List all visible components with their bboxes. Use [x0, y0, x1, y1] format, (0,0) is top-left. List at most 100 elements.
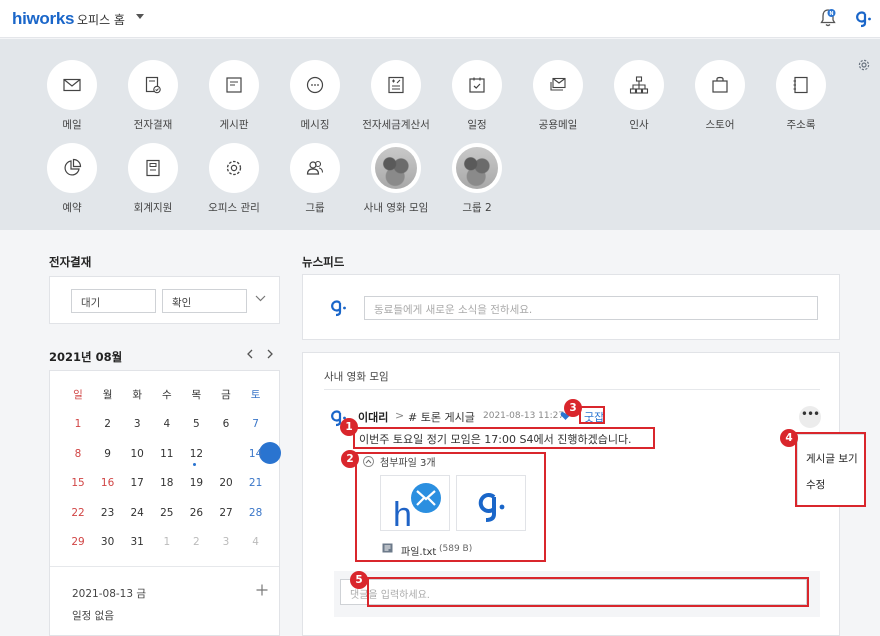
calendar-day[interactable]: 15: [64, 473, 92, 493]
app-tax-invoice[interactable]: 전자세금계산서: [356, 60, 436, 132]
mini-calendar: 2021-08-13 금 일정 없음 일 월 화 수 목 금 토 1 2 3 4 5 6 7 8 9 10 11 1…: [49, 370, 281, 636]
selected-date: 2021-08-13 금: [72, 588, 147, 600]
app-shared-mail[interactable]: 공용메일: [518, 60, 598, 132]
calendar-day[interactable]: 28: [242, 503, 270, 523]
weekday-header: 화: [132, 389, 143, 401]
approval-status-select[interactable]: 대기: [71, 289, 156, 313]
store-icon: [712, 76, 728, 93]
weekday-header: 목: [191, 389, 202, 401]
callout-badge-3: 3: [564, 399, 582, 417]
board-icon: [226, 77, 242, 93]
calendar-day[interactable]: 3: [123, 414, 151, 434]
app-label: 사내 영화 모임: [363, 202, 429, 214]
newsfeed-title: 뉴스피드: [302, 255, 345, 269]
hiworks-logo[interactable]: hiworks: [12, 9, 74, 29]
calendar-day[interactable]: 25: [153, 503, 181, 523]
approval-title: 전자결재: [49, 255, 92, 269]
chevron-right-icon[interactable]: [266, 349, 274, 359]
calendar-day[interactable]: 11: [153, 444, 181, 464]
app-label: 그룹: [305, 202, 325, 214]
calendar-day[interactable]: 12: [182, 444, 210, 464]
app-accounting[interactable]: 회계지원: [113, 143, 193, 215]
approval-action-select[interactable]: 확인: [162, 289, 247, 313]
calendar-day[interactable]: 20: [212, 473, 240, 493]
calendar-day[interactable]: 4: [153, 414, 181, 434]
calendar-day[interactable]: 4: [242, 532, 270, 552]
calendar-day[interactable]: 31: [123, 532, 151, 552]
calendar-divider: [50, 566, 279, 567]
app-label: 메일: [62, 119, 82, 131]
address-book-icon: [793, 76, 808, 94]
calendar-day[interactable]: 23: [94, 503, 122, 523]
more-options-button[interactable]: •••: [799, 406, 821, 428]
calendar-day[interactable]: 14: [242, 444, 270, 464]
calendar-day[interactable]: 18: [153, 473, 181, 493]
calendar-day[interactable]: 9: [94, 444, 122, 464]
group-icon: [306, 160, 324, 175]
app-mail[interactable]: 메일: [32, 60, 112, 132]
compose-input[interactable]: 동료들에게 새로운 소식을 전하세요.: [364, 296, 818, 320]
app-board[interactable]: 게시판: [194, 60, 274, 132]
app-address-book[interactable]: 주소록: [761, 60, 841, 132]
svg-text:N: N: [829, 11, 833, 17]
calendar-day[interactable]: 8: [64, 444, 92, 464]
calendar-day[interactable]: 26: [182, 503, 210, 523]
calendar-icon: [469, 77, 485, 93]
add-schedule-icon[interactable]: [256, 584, 268, 596]
calendar-day[interactable]: 19: [182, 473, 210, 493]
app-group-movie-club[interactable]: 사내 영화 모임: [356, 143, 436, 215]
calendar-day[interactable]: 29: [64, 532, 92, 552]
app-approval[interactable]: 전자결재: [113, 60, 193, 132]
calendar-day[interactable]: 6: [212, 414, 240, 434]
app-label: 스토어: [705, 119, 735, 131]
app-messaging[interactable]: 메시징: [275, 60, 355, 132]
app-hr[interactable]: 인사: [599, 60, 679, 132]
office-settings-icon: [226, 160, 242, 176]
calendar-day[interactable]: 1: [64, 414, 92, 434]
calendar-day[interactable]: 13: [212, 444, 240, 464]
app-group[interactable]: 그룹: [275, 143, 355, 215]
calendar-day[interactable]: 5: [182, 414, 210, 434]
weekday-header: 토: [250, 389, 261, 401]
post-author[interactable]: 이대리: [358, 409, 388, 425]
calendar-day[interactable]: 10: [123, 444, 151, 464]
app-schedule[interactable]: 일정: [437, 60, 517, 132]
calendar-day[interactable]: 21: [242, 473, 270, 493]
accounting-icon: [146, 159, 160, 177]
app-reservation[interactable]: 예약: [32, 143, 112, 215]
office-home-menu[interactable]: 오피스 홈: [77, 11, 125, 28]
calendar-day[interactable]: 17: [123, 473, 151, 493]
feed-group-name[interactable]: 사내 영화 모임: [324, 369, 389, 384]
calendar-day[interactable]: 16: [94, 473, 122, 493]
chevron-left-icon[interactable]: [246, 349, 254, 359]
chevron-down-icon[interactable]: [255, 295, 266, 302]
app-store[interactable]: 스토어: [680, 60, 760, 132]
calendar-day[interactable]: 27: [212, 503, 240, 523]
calendar-day[interactable]: 2: [94, 414, 122, 434]
shared-mail-icon: [550, 77, 566, 91]
post-board-link[interactable]: # 토론 게시글: [408, 409, 475, 425]
app-office-settings[interactable]: 오피스 관리: [194, 143, 274, 215]
post-timestamp: 2021-08-13 11:27: [483, 411, 565, 421]
callout-badge-2: 2: [341, 450, 359, 468]
top-bar: hiworks 오피스 홈 N: [0, 0, 880, 38]
calendar-day[interactable]: 2: [182, 532, 210, 552]
callout-badge-4: 4: [780, 429, 798, 447]
notification-bell-icon[interactable]: N: [819, 8, 837, 28]
calendar-day[interactable]: 1: [153, 532, 181, 552]
app-group-2[interactable]: 그룹 2: [437, 143, 517, 215]
calendar-day[interactable]: 22: [64, 503, 92, 523]
callout-box-1: [353, 427, 655, 449]
calendar-day[interactable]: 3: [212, 532, 240, 552]
user-avatar-icon[interactable]: [853, 8, 873, 28]
settings-gear-icon[interactable]: [857, 58, 871, 72]
calendar-day[interactable]: 7: [242, 414, 270, 434]
app-label: 전자세금계산서: [362, 119, 430, 131]
compose-post-box: 동료들에게 새로운 소식을 전하세요.: [302, 274, 840, 340]
calendar-day[interactable]: 30: [94, 532, 122, 552]
app-label: 게시판: [219, 119, 249, 131]
caret-down-icon[interactable]: [136, 14, 144, 19]
app-label: 메시징: [300, 119, 330, 131]
no-events-text: 일정 없음: [72, 610, 114, 622]
calendar-day[interactable]: 24: [123, 503, 151, 523]
